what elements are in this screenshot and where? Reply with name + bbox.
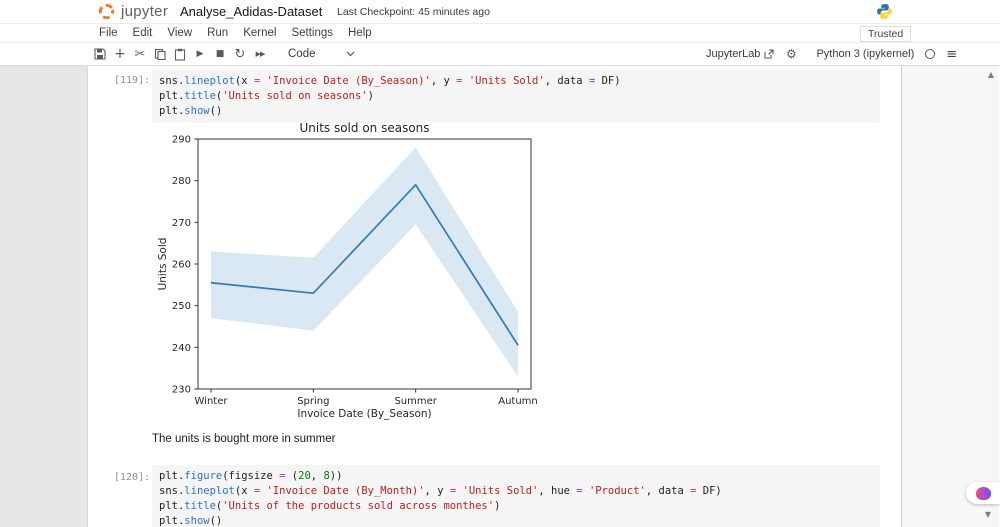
cell-119-prompt: [119]: <box>114 75 150 86</box>
title-bar: jupyter Analyse_Adidas-Dataset Last Chec… <box>0 0 1000 24</box>
toolbar: + ✂ ▶ ■ ↻ ▶▶ Code JupyterLab <box>0 43 1000 66</box>
menu-file[interactable]: File <box>99 27 118 39</box>
insert-cell-button[interactable]: + <box>110 45 130 63</box>
svg-text:Autumn: Autumn <box>498 396 538 407</box>
copy-cell-button[interactable] <box>150 45 170 63</box>
svg-text:Spring: Spring <box>297 396 329 407</box>
svg-text:290: 290 <box>172 135 191 146</box>
menu-settings[interactable]: Settings <box>291 27 333 39</box>
run-cell-button[interactable]: ▶ <box>190 45 210 63</box>
cell-119-editor[interactable]: sns.lineplot(x = 'Invoice Date (By_Seaso… <box>152 70 880 123</box>
toolbar-right-group: JupyterLab ⚙ Python 3 (ipykernel) ≡ <box>706 43 957 65</box>
cut-cell-button[interactable]: ✂ <box>130 45 150 63</box>
jupyterlab-link-label: JupyterLab <box>706 48 760 60</box>
menu-bar: File Edit View Run Kernel Settings Help … <box>0 24 1000 43</box>
stop-kernel-button[interactable]: ■ <box>210 45 230 63</box>
checkpoint-status: Last Checkpoint: 45 minutes ago <box>337 6 490 18</box>
left-gutter <box>0 66 88 527</box>
svg-text:280: 280 <box>172 176 191 187</box>
kernel-status-icon[interactable] <box>925 49 935 59</box>
svg-text:Units Sold: Units Sold <box>157 238 169 291</box>
paste-cell-button[interactable] <box>170 45 190 63</box>
svg-text:230: 230 <box>172 385 191 396</box>
menu-edit[interactable]: Edit <box>133 27 153 39</box>
jupyter-wordmark: jupyter <box>121 3 168 20</box>
browser-extension-pill[interactable] <box>966 482 1000 504</box>
svg-text:260: 260 <box>172 260 191 271</box>
trusted-badge[interactable]: Trusted <box>860 26 911 42</box>
svg-text:Winter: Winter <box>195 396 229 407</box>
menu-help[interactable]: Help <box>348 27 372 39</box>
jupyter-logo-icon <box>97 2 116 21</box>
svg-text:250: 250 <box>172 301 191 312</box>
notebook-menu-icon[interactable]: ≡ <box>946 47 957 62</box>
svg-text:270: 270 <box>172 218 191 229</box>
paste-icon <box>174 48 186 61</box>
save-button[interactable] <box>90 45 110 63</box>
chevron-down-icon <box>346 51 355 57</box>
scroll-down-icon[interactable]: ▼ <box>985 510 991 519</box>
brain-icon <box>976 487 991 500</box>
jupyter-notebook-app: jupyter Analyse_Adidas-Dataset Last Chec… <box>0 0 1000 527</box>
notebook-title[interactable]: Analyse_Adidas-Dataset <box>180 4 322 19</box>
svg-text:Invoice Date (By_Season): Invoice Date (By_Season) <box>297 408 431 420</box>
restart-kernel-button[interactable]: ↻ <box>230 45 250 63</box>
python-logo-icon <box>876 3 893 25</box>
cell-type-value: Code <box>288 48 316 60</box>
floppy-icon <box>94 48 106 60</box>
copy-icon <box>154 48 166 60</box>
run-all-button[interactable]: ▶▶ <box>250 45 270 63</box>
svg-text:240: 240 <box>172 343 191 354</box>
jupyter-logo[interactable]: jupyter <box>97 2 168 21</box>
cell-120-editor[interactable]: plt.figure(figsize = (20, 8))sns.lineplo… <box>152 465 880 527</box>
menu-kernel[interactable]: Kernel <box>243 27 276 39</box>
cell-type-dropdown[interactable]: Code <box>288 48 355 60</box>
right-gutter: ▲ ▼ <box>902 66 999 527</box>
cell-120-prompt: [120]: <box>114 472 150 483</box>
main-area: [119]: sns.lineplot(x = 'Invoice Date (B… <box>0 66 1000 527</box>
jupyterlab-link[interactable]: JupyterLab <box>706 48 774 60</box>
cell-119-output-chart: Units sold on seasons 230 240 250 260 270 280 2… <box>155 118 545 426</box>
external-link-icon <box>764 49 774 59</box>
markdown-cell[interactable]: The units is bought more in summer <box>152 433 335 445</box>
menu-run[interactable]: Run <box>207 27 228 39</box>
gear-icon[interactable]: ⚙ <box>781 45 801 63</box>
menu-view[interactable]: View <box>167 27 192 39</box>
svg-text:Units sold on seasons: Units sold on seasons <box>299 121 429 135</box>
notebook-panel: [119]: sns.lineplot(x = 'Invoice Date (B… <box>88 66 902 527</box>
scroll-up-icon[interactable]: ▲ <box>988 70 994 79</box>
kernel-name-label[interactable]: Python 3 (ipykernel) <box>816 48 914 60</box>
svg-text:Summer: Summer <box>394 396 437 407</box>
